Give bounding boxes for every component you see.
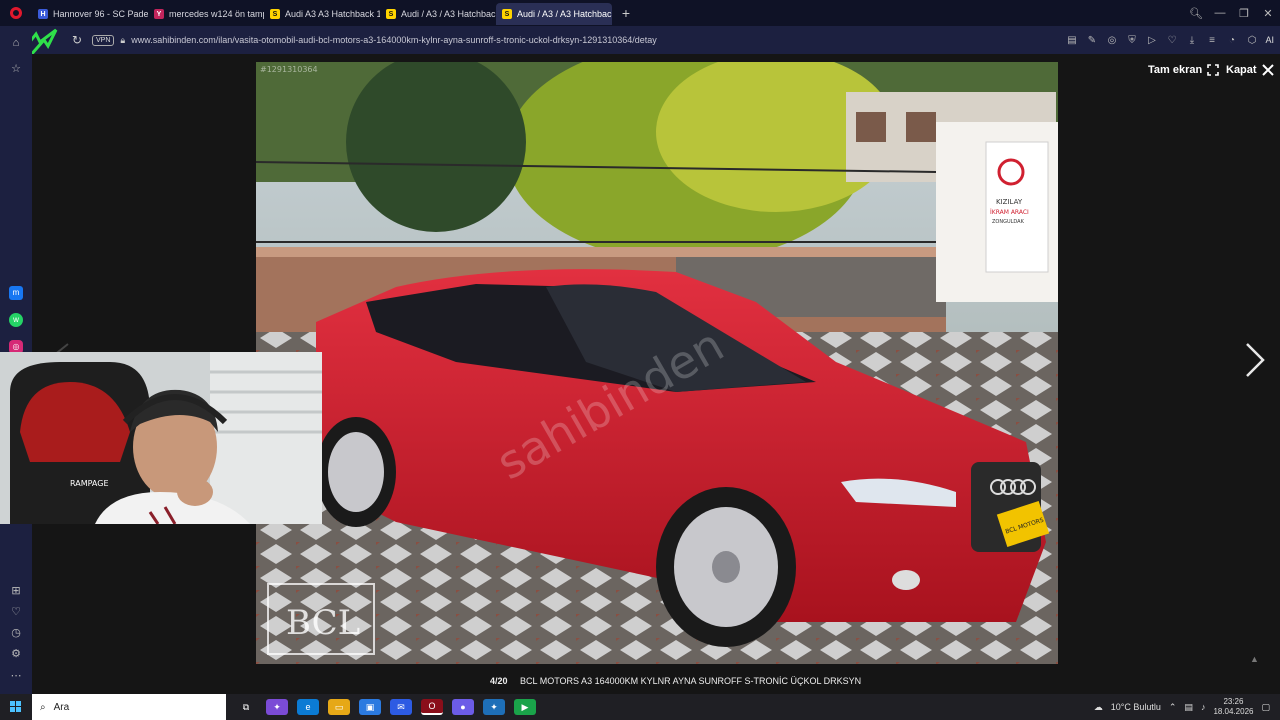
store-icon[interactable]: ▣ <box>359 699 381 715</box>
shield-icon[interactable]: ⛨ <box>1124 35 1139 46</box>
listing-title: BCL MOTORS A3 164000KM KYLNR AYNA SUNROF… <box>520 676 862 686</box>
network-icon[interactable]: ▤ <box>1184 702 1193 713</box>
tab-search-icon[interactable]: 🔍︎ <box>1184 7 1208 20</box>
photo-id-overlay: #1291310364 <box>260 65 318 74</box>
app-icon[interactable]: ✦ <box>483 699 505 715</box>
messenger-icon[interactable]: m <box>9 286 23 300</box>
task-view-icon[interactable]: ⧉ <box>235 699 257 715</box>
scroll-top-icon[interactable]: ▲ <box>1250 654 1259 664</box>
taskbar: ⌕ Ara ⧉ ✦ e ▭ ▣ ✉ O ● ✦ ▶ ☁ 10°C Bulutlu… <box>0 694 1280 720</box>
close-label: Kapat <box>1226 64 1257 76</box>
next-arrow-icon[interactable] <box>1243 342 1267 378</box>
truck-text-3: ZONGULDAK <box>992 219 1025 225</box>
history-icon[interactable]: ◷ <box>9 626 23 640</box>
star-icon[interactable]: ☆ <box>9 62 23 76</box>
reader-icon[interactable]: ▤ <box>1064 35 1079 46</box>
tab-label: Audi A3 A3 Hatchback 1.4 <box>285 9 380 19</box>
url-field[interactable]: www.sahibinden.com/ilan/vasita-otomobil-… <box>131 35 1064 45</box>
close-window-button[interactable]: ✕ <box>1256 7 1280 20</box>
system-tray: ☁ 10°C Bulutlu ⌃ ▤ ♪ 23:26 18.04.2026 ▢ <box>1094 694 1280 720</box>
car-photo-image: KIZILAY İKRAM ARACI ZONGULDAK BCL MOTORS… <box>256 62 1058 664</box>
start-button[interactable] <box>0 701 32 713</box>
opera-taskbar-icon[interactable]: O <box>421 699 443 715</box>
clock[interactable]: 23:26 18.04.2026 <box>1213 697 1253 717</box>
notifications-icon[interactable]: ▢ <box>1261 702 1270 713</box>
opera-menu-button[interactable] <box>0 0 32 26</box>
taskbar-search[interactable]: ⌕ Ara <box>32 694 226 720</box>
vpn-badge[interactable]: VPN <box>92 34 115 46</box>
profile-icon[interactable]: ◔ <box>1224 35 1239 46</box>
edge-icon[interactable]: e <box>297 699 319 715</box>
file-explorer-icon[interactable]: ▭ <box>328 699 350 715</box>
tab-4[interactable]: S Audi / A3 / A3 Hatchback <box>380 3 496 25</box>
photo-counter: 4/20 <box>490 676 508 686</box>
copilot-icon[interactable]: ✦ <box>266 699 288 715</box>
windows-logo-icon <box>10 701 21 712</box>
minimize-button[interactable]: — <box>1208 7 1232 19</box>
reload-icon[interactable]: ↻ <box>68 33 86 47</box>
tab-favicon-icon: S <box>386 9 396 19</box>
close-icon <box>1261 64 1274 76</box>
download-icon[interactable]: ⤓ <box>1184 35 1199 46</box>
mail-icon[interactable]: ✉ <box>390 699 412 715</box>
restore-button[interactable]: ❐ <box>1232 7 1256 20</box>
photo-caption: 4/20 BCL MOTORS A3 164000KM KYLNR AYNA S… <box>490 676 861 686</box>
close-viewer-button[interactable]: Kapat <box>1226 64 1274 76</box>
speed-dial-icon[interactable]: ⊞ <box>9 584 23 598</box>
edit-icon[interactable]: ✎ <box>1084 35 1099 46</box>
new-tab-button[interactable]: + <box>616 3 636 23</box>
webcam-image: RAMPAGE <box>0 352 322 524</box>
tray-chevron-icon[interactable]: ⌃ <box>1169 702 1177 713</box>
address-bar: ↻ VPN 🔒︎ www.sahibinden.com/ilan/vasita-… <box>0 26 1280 57</box>
tab-favicon-icon: Y <box>154 9 164 19</box>
settings-gear-icon[interactable]: ⚙ <box>9 647 23 661</box>
tab-favicon-icon: H <box>38 9 48 19</box>
opera-logo-icon <box>10 7 22 19</box>
discord-icon[interactable]: ● <box>452 699 474 715</box>
extensions-icon[interactable]: ⬡ <box>1244 35 1259 46</box>
lock-icon[interactable]: 🔒︎ <box>120 35 125 46</box>
bookmarks-heart-icon[interactable]: ♡ <box>9 605 23 619</box>
heart-icon[interactable]: ♡ <box>1164 35 1179 46</box>
tab-1[interactable]: H Hannover 96 - SC Paderbo <box>32 3 148 25</box>
spotify-icon[interactable]: ▶ <box>514 699 536 715</box>
tab-label: mercedes w124 ön tampon <box>169 9 264 19</box>
search-placeholder: Ara <box>53 701 70 713</box>
ai-button[interactable]: AI <box>1265 35 1274 45</box>
truck-text-1: KIZILAY <box>996 198 1023 206</box>
volume-icon[interactable]: ♪ <box>1201 702 1206 712</box>
dealer-logo-text: BCL <box>286 603 360 643</box>
tab-label: Audi / A3 / A3 Hatchback <box>517 9 612 19</box>
chair-text: RAMPAGE <box>70 479 109 488</box>
tab-3[interactable]: S Audi A3 A3 Hatchback 1.4 <box>264 3 380 25</box>
fullscreen-button[interactable]: Tam ekran <box>1148 64 1220 76</box>
weather-cloud-icon[interactable]: ☁ <box>1094 702 1103 713</box>
window-controls: 🔍︎ — ❐ ✕ <box>1184 0 1280 26</box>
tab-favicon-icon: S <box>502 9 512 19</box>
date: 18.04.2026 <box>1213 707 1254 716</box>
tab-2[interactable]: Ymercedes w124 ön tampon <box>148 3 264 25</box>
weather-text[interactable]: 10°C Bulutlu <box>1111 702 1161 712</box>
whatsapp-icon[interactable]: w <box>9 313 23 327</box>
tab-label: Audi / A3 / A3 Hatchback <box>401 9 496 19</box>
car-photo[interactable]: KIZILAY İKRAM ARACI ZONGULDAK BCL MOTORS… <box>256 62 1058 664</box>
camera-icon[interactable]: ◎ <box>1104 35 1119 46</box>
tab-favicon-icon: S <box>270 9 280 19</box>
fullscreen-label: Tam ekran <box>1148 64 1203 76</box>
more-icon[interactable]: ⋯ <box>9 669 23 683</box>
time: 23:26 <box>1223 697 1244 706</box>
play-icon[interactable]: ▷ <box>1144 35 1159 46</box>
tab-5-active[interactable]: S Audi / A3 / A3 Hatchback <box>496 3 612 25</box>
webcam-overlay: RAMPAGE <box>0 352 322 524</box>
truck-text-2: İKRAM ARACI <box>990 209 1029 216</box>
search-icon: ⌕ <box>40 701 46 713</box>
home-icon[interactable]: ⌂ <box>9 36 23 50</box>
expand-icon <box>1207 64 1220 76</box>
tab-bar: H Hannover 96 - SC Paderbo Ymercedes w124… <box>0 0 1280 26</box>
menu-icon[interactable]: ≡ <box>1204 35 1219 46</box>
address-actions: ▤ ✎ ◎ ⛨ ▷ ♡ ⤓ ≡ ◔ ⬡ <box>1064 35 1259 46</box>
tab-label: Hannover 96 - SC Paderbo <box>53 9 148 19</box>
